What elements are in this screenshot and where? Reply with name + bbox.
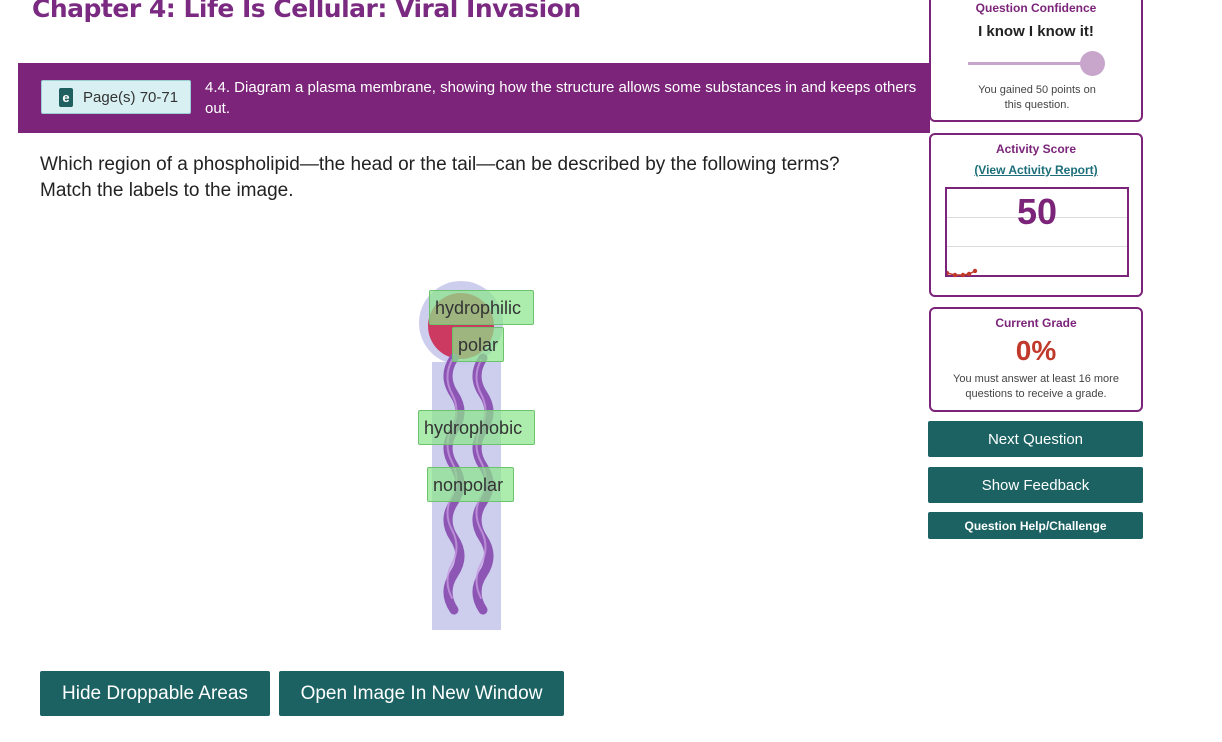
confidence-slider-thumb[interactable] xyxy=(1080,51,1105,76)
page-reference-button[interactable]: e Page(s) 70-71 xyxy=(41,80,191,114)
label-nonpolar[interactable]: nonpolar xyxy=(427,467,514,502)
activity-score-sparkline xyxy=(947,268,978,278)
next-question-button[interactable]: Next Question xyxy=(928,421,1143,457)
current-grade-title: Current Grade xyxy=(995,316,1077,330)
question-prompt: Which region of a phospholipid—the head … xyxy=(40,152,910,204)
objective-text: 4.4. Diagram a plasma membrane, showing … xyxy=(205,79,917,117)
learning-objective-bar: e Page(s) 70-71 4.4. Diagram a plasma me… xyxy=(18,63,930,133)
confidence-points-note: You gained 50 points on this question. xyxy=(978,84,1096,111)
current-grade-note: You must answer at least 16 more questio… xyxy=(953,373,1119,400)
show-feedback-button[interactable]: Show Feedback xyxy=(928,467,1143,503)
ebook-icon: e xyxy=(59,87,73,107)
label-hydrophobic[interactable]: hydrophobic xyxy=(418,410,535,445)
activity-score-chart: 50 xyxy=(945,187,1129,278)
confidence-title: Question Confidence xyxy=(975,1,1097,15)
confidence-choice: I know I know it! xyxy=(978,23,1094,40)
view-activity-report-link[interactable]: (View Activity Report) xyxy=(931,163,1141,177)
question-help-button[interactable]: Question Help/Challenge xyxy=(928,512,1143,539)
page-reference-label: Page(s) 70-71 xyxy=(83,88,179,106)
activity-score-panel: Activity Score (View Activity Report) 50 xyxy=(929,133,1143,297)
label-hydrophilic[interactable]: hydrophilic xyxy=(429,290,534,325)
activity-score-title: Activity Score xyxy=(995,142,1077,156)
phospholipid-diagram: hydrophilic polar hydrophobic nonpolar xyxy=(415,280,540,635)
current-grade-panel: Current Grade 0% You must answer at leas… xyxy=(929,307,1143,412)
chapter-title: Chapter 4: Life Is Cellular: Viral Invas… xyxy=(32,0,581,23)
confidence-slider-track[interactable] xyxy=(968,62,1090,65)
current-grade-value: 0% xyxy=(1015,335,1057,366)
label-polar[interactable]: polar xyxy=(452,327,504,362)
hide-droppable-areas-button[interactable]: Hide Droppable Areas xyxy=(40,671,270,716)
question-instruction: Match the labels to the image. xyxy=(40,180,294,201)
question-text: Which region of a phospholipid—the head … xyxy=(40,154,840,175)
open-image-new-window-button[interactable]: Open Image In New Window xyxy=(279,671,564,716)
question-confidence-panel: Question Confidence I know I know it! Yo… xyxy=(929,0,1143,122)
